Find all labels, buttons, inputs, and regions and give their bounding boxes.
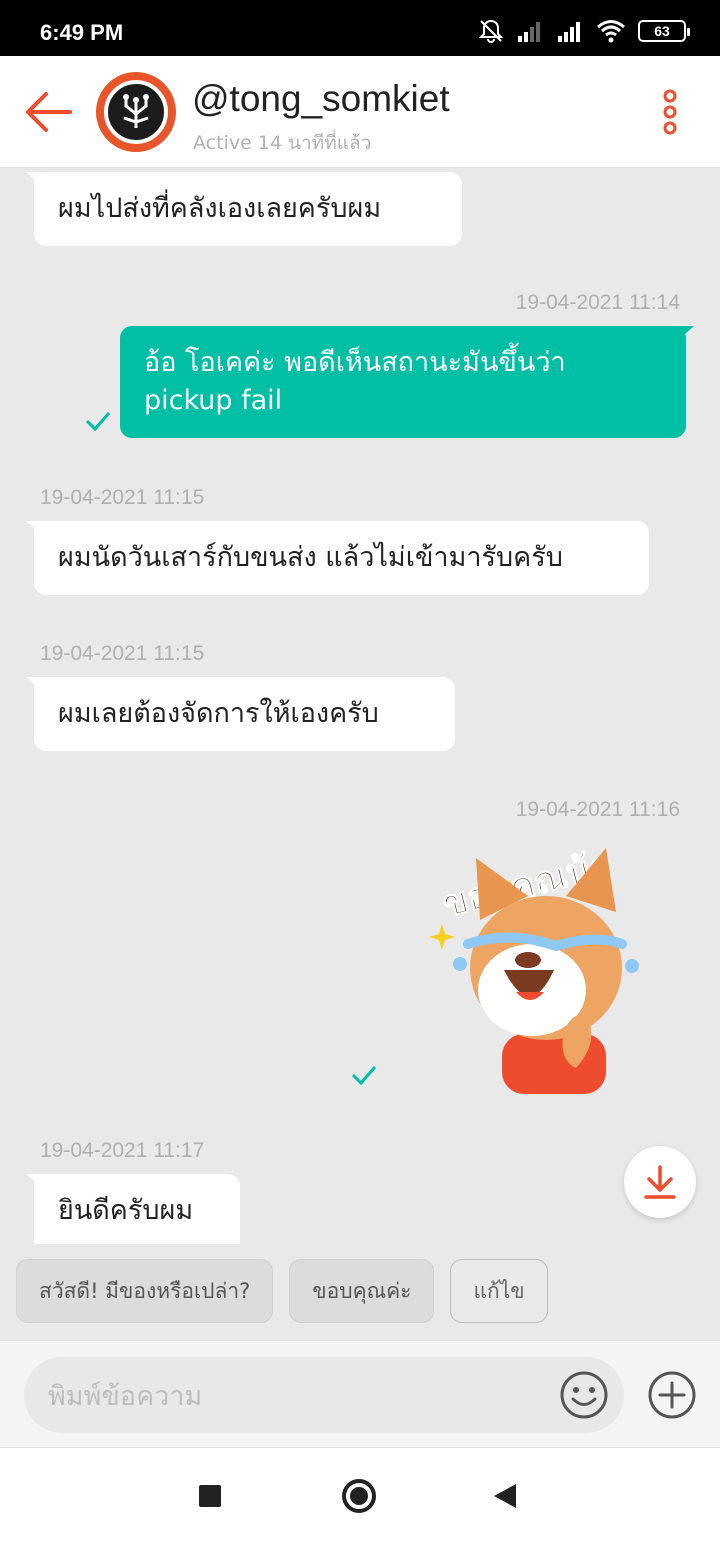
status-bar: 6:49 PM 63 xyxy=(0,0,720,56)
status-icons: 63 xyxy=(478,18,690,44)
recent-apps-icon[interactable] xyxy=(199,1485,221,1507)
message-timestamp: 19-04-2021 11:15 xyxy=(40,486,205,509)
chat-header: @tong_somkiet Active 14 นาทีที่แล้ว xyxy=(0,56,720,168)
message-text: ผมไปส่งที่คลังเองเลยครับผม xyxy=(58,193,382,224)
circuit-tree-icon xyxy=(123,94,149,128)
more-options-icon[interactable] xyxy=(658,88,682,136)
message-timestamp: 19-04-2021 11:17 xyxy=(40,1139,205,1162)
back-arrow-icon[interactable] xyxy=(22,88,74,136)
home-icon[interactable] xyxy=(342,1479,376,1513)
message-outgoing[interactable]: อ้อ โอเคค่ะ พอดีเห็นสถานะมันขึ้นว่า pick… xyxy=(120,326,694,438)
add-attachment-icon[interactable] xyxy=(646,1369,698,1421)
chat-username[interactable]: @tong_somkiet xyxy=(192,78,450,120)
mute-bell-icon xyxy=(478,19,504,44)
message-timestamp: 19-04-2021 11:16 xyxy=(515,798,680,821)
message-incoming[interactable]: ผมไปส่งที่คลังเองเลยครับผม xyxy=(26,172,462,246)
quick-reply-thanks[interactable]: ขอบคุณค่ะ xyxy=(289,1259,435,1323)
message-text-line2: pickup fail xyxy=(144,385,283,416)
download-arrow-icon xyxy=(644,1165,676,1199)
active-status: Active 14 นาทีที่แล้ว xyxy=(193,132,372,154)
message-incoming[interactable]: ผมเลยต้องจัดการให้เองครับ xyxy=(26,677,455,751)
avatar[interactable] xyxy=(96,72,176,152)
battery-level: 63 xyxy=(654,23,670,39)
nav-back-icon[interactable] xyxy=(494,1484,516,1508)
message-text: ผมเลยต้องจัดการให้เองครับ xyxy=(58,698,379,729)
message-timestamp: 19-04-2021 11:15 xyxy=(40,642,205,665)
message-text-line1: อ้อ โอเคค่ะ พอดีเห็นสถานะมันขึ้นว่า xyxy=(144,347,566,378)
signal-icon-sim1 xyxy=(518,22,540,42)
message-timestamp: 19-04-2021 11:14 xyxy=(515,291,680,314)
read-check-icon xyxy=(85,412,111,432)
chat-messages[interactable]: ผมไปส่งที่คลังเองเลยครับผม 19-04-2021 11… xyxy=(0,168,720,1244)
message-text: ผมนัดวันเสาร์กับขนส่ง แล้วไม่เข้ามารับคร… xyxy=(58,542,563,573)
message-input[interactable]: พิมพ์ข้อความ xyxy=(24,1357,624,1433)
wifi-icon xyxy=(597,20,625,43)
message-incoming[interactable]: ผมนัดวันเสาร์กับขนส่ง แล้วไม่เข้ามารับคร… xyxy=(26,521,649,595)
status-time: 6:49 PM xyxy=(40,20,124,45)
system-nav-bar xyxy=(0,1448,720,1544)
battery-icon: 63 xyxy=(638,20,690,42)
message-text: ยินดีครับผม xyxy=(58,1195,194,1226)
message-input-placeholder: พิมพ์ข้อความ xyxy=(48,1380,203,1412)
scroll-to-bottom-button[interactable] xyxy=(624,1146,696,1218)
signal-icon-sim2 xyxy=(558,22,580,42)
message-composer: พิมพ์ข้อความ xyxy=(0,1340,720,1448)
emoji-icon[interactable] xyxy=(558,1369,610,1421)
quick-reply-edit[interactable]: แก้ไข xyxy=(450,1259,548,1323)
quick-reply-greeting[interactable]: สวัสดี! มีของหรือเปล่า? xyxy=(16,1259,274,1323)
read-check-icon xyxy=(351,1066,377,1086)
message-incoming[interactable]: ยินดีครับผม xyxy=(26,1174,240,1244)
avatar-logo-icon xyxy=(104,80,168,144)
quick-replies: สวัสดี! มีของหรือเปล่า? ขอบคุณค่ะ แก้ไข xyxy=(16,1259,548,1323)
thank-you-dog-sticker[interactable]: ขอบคุณน้า xyxy=(420,840,650,1094)
